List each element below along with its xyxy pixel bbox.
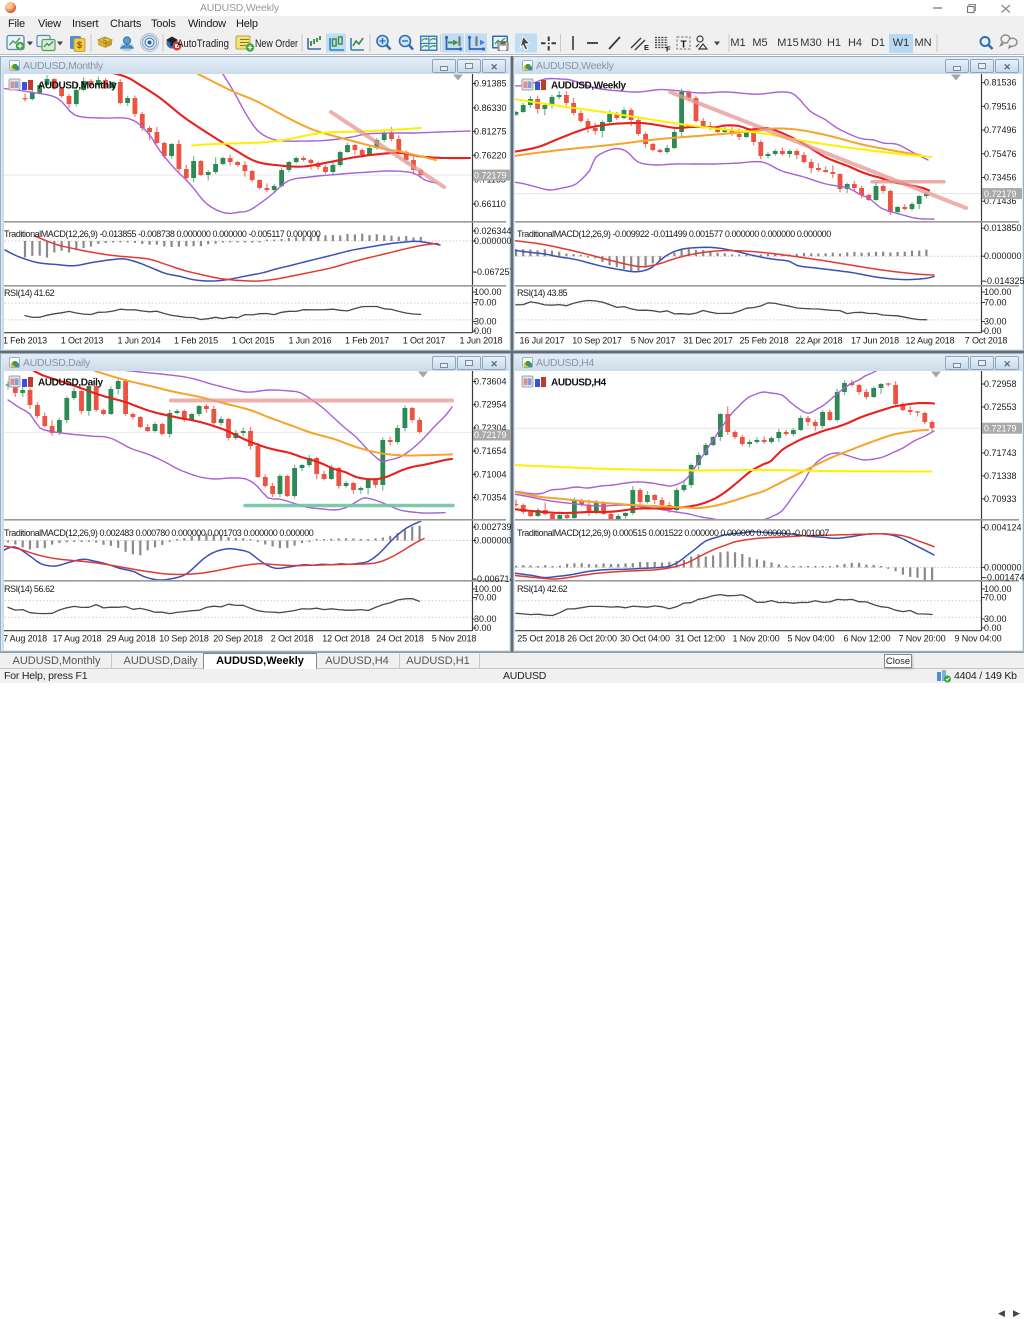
svg-text:30.00: 30.00 (984, 317, 1007, 327)
svg-text:25 Oct 2018: 25 Oct 2018 (517, 634, 565, 644)
svg-text:31 Oct 12:00: 31 Oct 12:00 (675, 634, 725, 644)
svg-text:AUDUSD,Daily: AUDUSD,Daily (38, 378, 103, 389)
svg-text:TraditionalMACD(12,26,9) 0.002: TraditionalMACD(12,26,9) 0.002483 0.0007… (4, 528, 314, 538)
svg-text:29 Aug 2018: 29 Aug 2018 (107, 634, 156, 644)
svg-text:0.81275: 0.81275 (474, 126, 507, 136)
svg-text:0.71743: 0.71743 (984, 448, 1017, 458)
svg-text:1 Jun 2014: 1 Jun 2014 (117, 336, 160, 346)
svg-text:20 Sep 2018: 20 Sep 2018 (213, 634, 263, 644)
svg-text:7 Oct 2018: 7 Oct 2018 (965, 336, 1008, 346)
svg-text:26 Oct 20:00: 26 Oct 20:00 (567, 634, 617, 644)
svg-text:0.72179: 0.72179 (474, 170, 507, 180)
svg-text:TraditionalMACD(12,26,9) -0.00: TraditionalMACD(12,26,9) -0.009922 -0.01… (517, 229, 831, 239)
svg-text:0.004124: 0.004124 (984, 523, 1022, 533)
svg-text:0.73456: 0.73456 (984, 173, 1017, 183)
svg-text:0.00: 0.00 (984, 326, 1002, 336)
svg-text:1 Feb 2015: 1 Feb 2015 (174, 336, 218, 346)
svg-text:AUDUSD,H4: AUDUSD,H4 (551, 378, 607, 389)
svg-text:0.73604: 0.73604 (474, 377, 507, 387)
svg-text:2 Oct 2018: 2 Oct 2018 (271, 634, 314, 644)
svg-text:0.76220: 0.76220 (474, 150, 507, 160)
svg-text:0.66110: 0.66110 (474, 199, 506, 209)
svg-text:1 Nov 20:00: 1 Nov 20:00 (733, 634, 780, 644)
svg-text:1 Jun 2016: 1 Jun 2016 (288, 336, 331, 346)
svg-text:0.00: 0.00 (474, 623, 492, 633)
svg-text:5 Nov 2018: 5 Nov 2018 (432, 634, 477, 644)
svg-text:17 Jun 2018: 17 Jun 2018 (851, 336, 899, 346)
svg-text:0.91385: 0.91385 (474, 79, 507, 89)
svg-text:100.00: 100.00 (984, 287, 1012, 297)
svg-text:0.72179: 0.72179 (474, 430, 507, 440)
svg-text:0.72553: 0.72553 (984, 402, 1017, 412)
svg-text:70.00: 70.00 (474, 298, 497, 308)
svg-text:0.000000: 0.000000 (984, 562, 1022, 572)
svg-text:100.00: 100.00 (474, 287, 502, 297)
svg-text:-0.001474: -0.001474 (984, 573, 1024, 583)
svg-text:1 Oct 2017: 1 Oct 2017 (403, 336, 446, 346)
svg-text:6 Nov 12:00: 6 Nov 12:00 (844, 634, 891, 644)
svg-text:5 Nov 04:00: 5 Nov 04:00 (788, 634, 835, 644)
svg-text:12 Oct 2018: 12 Oct 2018 (322, 634, 370, 644)
svg-text:0.72179: 0.72179 (984, 423, 1017, 433)
svg-text:0.013850: 0.013850 (984, 223, 1022, 233)
svg-text:0.000000: 0.000000 (474, 536, 511, 546)
svg-text:7 Aug 2018: 7 Aug 2018 (4, 634, 47, 644)
svg-text:-0.014325: -0.014325 (984, 276, 1024, 286)
svg-text:TraditionalMACD(12,26,9) -0.01: TraditionalMACD(12,26,9) -0.013855 -0.00… (4, 229, 321, 239)
svg-text:70.00: 70.00 (984, 593, 1007, 603)
svg-text:0.72958: 0.72958 (984, 379, 1017, 389)
svg-text:0.72179: 0.72179 (984, 189, 1017, 199)
svg-text:30.00: 30.00 (474, 317, 497, 327)
svg-text:-0.067257: -0.067257 (474, 267, 511, 277)
svg-text:25 Feb 2018: 25 Feb 2018 (740, 336, 789, 346)
svg-text:E: E (644, 43, 649, 52)
svg-text:0.70354: 0.70354 (474, 493, 507, 503)
svg-text:0.75476: 0.75476 (984, 149, 1017, 159)
svg-text:-0.006714: -0.006714 (474, 574, 511, 584)
svg-text:1 Feb 2013: 1 Feb 2013 (4, 336, 47, 346)
svg-text:RSI(14) 56.62: RSI(14) 56.62 (4, 584, 55, 594)
svg-text:7 Nov 20:00: 7 Nov 20:00 (899, 634, 946, 644)
svg-text:1 Feb 2017: 1 Feb 2017 (345, 336, 389, 346)
svg-text:22 Apr 2018: 22 Apr 2018 (796, 336, 843, 346)
svg-text:F: F (666, 45, 671, 54)
svg-text:1 Oct 2013: 1 Oct 2013 (61, 336, 104, 346)
svg-text:0.002739: 0.002739 (474, 522, 511, 532)
svg-text:12 Aug 2018: 12 Aug 2018 (906, 336, 955, 346)
svg-text:10 Sep 2018: 10 Sep 2018 (159, 634, 209, 644)
svg-text:0.00: 0.00 (984, 623, 1002, 633)
svg-text:0.71004: 0.71004 (474, 469, 507, 479)
svg-text:0.77496: 0.77496 (984, 125, 1017, 135)
svg-text:0.71654: 0.71654 (474, 446, 507, 456)
svg-text:24 Oct 2018: 24 Oct 2018 (376, 634, 424, 644)
svg-text:AUDUSD,Weekly: AUDUSD,Weekly (551, 81, 626, 92)
svg-text:31 Dec 2017: 31 Dec 2017 (683, 336, 733, 346)
svg-text:0.000000: 0.000000 (984, 251, 1022, 261)
svg-text:TraditionalMACD(12,26,9) 0.000: TraditionalMACD(12,26,9) 0.000515 0.0015… (517, 528, 829, 538)
svg-text:30 Oct 04:00: 30 Oct 04:00 (620, 634, 670, 644)
svg-text:AUDUSD,Monthly: AUDUSD,Monthly (38, 81, 117, 92)
svg-text:1 Oct 2015: 1 Oct 2015 (232, 336, 275, 346)
svg-text:0.71338: 0.71338 (984, 471, 1017, 481)
svg-text:0.72954: 0.72954 (474, 400, 507, 410)
svg-text:70.00: 70.00 (474, 593, 497, 603)
svg-text:9 Nov 04:00: 9 Nov 04:00 (955, 634, 1002, 644)
svg-text:5 Nov 2017: 5 Nov 2017 (631, 336, 676, 346)
svg-text:16 Jul 2017: 16 Jul 2017 (520, 336, 565, 346)
svg-text:0.000000: 0.000000 (474, 236, 511, 246)
svg-text:10 Sep 2017: 10 Sep 2017 (572, 336, 622, 346)
svg-text:0.81536: 0.81536 (984, 78, 1017, 88)
svg-text:0.86330: 0.86330 (474, 103, 507, 113)
svg-text:T: T (680, 40, 686, 51)
svg-text:70.00: 70.00 (984, 298, 1007, 308)
svg-text:RSI(14) 43.85: RSI(14) 43.85 (517, 288, 568, 298)
svg-text:RSI(14) 42.62: RSI(14) 42.62 (517, 584, 568, 594)
svg-text:1 Jun 2018: 1 Jun 2018 (459, 336, 502, 346)
svg-text:0.79516: 0.79516 (984, 101, 1017, 111)
svg-text:0.026344: 0.026344 (474, 226, 511, 236)
svg-text:0.70933: 0.70933 (984, 494, 1017, 504)
svg-text:17 Aug 2018: 17 Aug 2018 (53, 634, 102, 644)
svg-text:RSI(14) 41.62: RSI(14) 41.62 (4, 288, 55, 298)
svg-text:0.00: 0.00 (474, 326, 492, 336)
